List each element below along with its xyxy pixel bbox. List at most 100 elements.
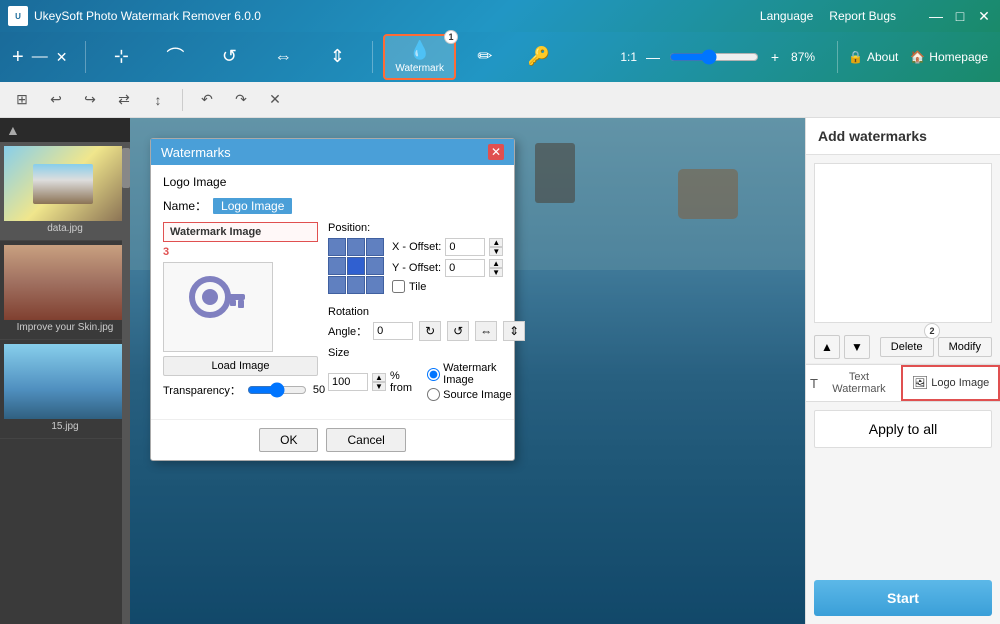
- report-bugs-btn[interactable]: Report Bugs: [829, 9, 896, 23]
- rotate-right-btn[interactable]: ↪: [76, 87, 104, 113]
- flip-v-tool-btn[interactable]: ⇕: [312, 42, 362, 73]
- pos-tc[interactable]: [347, 238, 365, 256]
- minimize-panel-btn[interactable]: —: [32, 48, 48, 66]
- zoom-slider[interactable]: [669, 49, 759, 65]
- cancel-btn[interactable]: ✕: [261, 87, 289, 113]
- pos-tl[interactable]: [328, 238, 346, 256]
- language-btn[interactable]: Language: [760, 9, 813, 23]
- delete-btn[interactable]: Delete: [880, 337, 934, 357]
- rotate-ccw-btn[interactable]: ↺: [447, 321, 469, 341]
- move-down-btn[interactable]: ▼: [844, 335, 870, 359]
- wm-image-radio-label[interactable]: Watermark Image: [427, 362, 525, 386]
- homepage-btn[interactable]: 🏠 Homepage: [910, 50, 988, 64]
- size-label: Size: [328, 347, 525, 359]
- x-offset-input[interactable]: [445, 238, 485, 256]
- brush-tool-btn[interactable]: ✏: [460, 42, 510, 73]
- position-controls: X - Offset: ▲ ▼ Y -: [328, 238, 525, 300]
- pos-mr[interactable]: [366, 257, 384, 275]
- tile-checkbox[interactable]: [392, 280, 405, 293]
- flip-btn[interactable]: ⇄: [110, 87, 138, 113]
- app-title: UkeySoft Photo Watermark Remover 6.0.0: [34, 9, 760, 23]
- name-value: Logo Image: [213, 198, 292, 214]
- logo-image-tab[interactable]: 🖼 Logo Image: [901, 365, 1000, 401]
- from-label: % from: [390, 370, 423, 394]
- about-btn[interactable]: 🔒 About: [848, 50, 898, 64]
- modify-btn[interactable]: Modify: [938, 337, 992, 357]
- flip-h-btn[interactable]: ⇔: [475, 321, 497, 341]
- x-offset-up[interactable]: ▲: [489, 238, 503, 247]
- dialog-name-row: Name： Logo Image: [163, 197, 502, 214]
- watermark-label: Watermark: [395, 63, 444, 74]
- file-thumb-1: [4, 146, 122, 221]
- transparency-row: Transparency： 50: [163, 382, 318, 398]
- rotate-left-btn[interactable]: ↩: [42, 87, 70, 113]
- maximize-window-btn[interactable]: □: [952, 8, 968, 24]
- dialog-close-btn[interactable]: ✕: [488, 144, 504, 160]
- y-offset-label: Y - Offset:: [392, 262, 441, 274]
- scroll-up-btn[interactable]: ▲: [6, 122, 20, 138]
- dialog-cancel-btn[interactable]: Cancel: [326, 428, 405, 452]
- flip-h-tool-btn[interactable]: ⇔: [258, 42, 308, 73]
- step1-badge: 1: [444, 30, 458, 44]
- app-logo: U: [8, 6, 28, 26]
- wm-image-radio[interactable]: [427, 368, 440, 381]
- zoom-in-btn[interactable]: +: [765, 47, 785, 67]
- scrollbar-thumb: [122, 148, 130, 188]
- x-offset-down[interactable]: ▼: [489, 247, 503, 256]
- move-up-btn[interactable]: ▲: [814, 335, 840, 359]
- toolbar-separator-2: [372, 41, 373, 73]
- y-offset-down[interactable]: ▼: [489, 268, 503, 277]
- key-tool-btn[interactable]: 🔑: [514, 42, 564, 73]
- transparency-slider[interactable]: [247, 382, 307, 398]
- pos-bc[interactable]: [347, 276, 365, 294]
- name-label: Name：: [163, 197, 207, 214]
- x-offset-label: X - Offset:: [392, 241, 441, 253]
- watermark-tool-btn[interactable]: 1 💧 Watermark: [383, 34, 456, 80]
- grid-btn[interactable]: ⊞: [8, 87, 36, 113]
- position-label: Position:: [328, 222, 525, 234]
- y-offset-up[interactable]: ▲: [489, 259, 503, 268]
- wm-right-section: Position:: [328, 222, 525, 409]
- file-panel-scrollbar[interactable]: [122, 148, 130, 624]
- undo-btn[interactable]: ↶: [193, 87, 221, 113]
- apply-to-all-btn[interactable]: Apply to all: [814, 410, 992, 448]
- source-image-radio-label[interactable]: Source Image: [427, 388, 525, 401]
- rotation-label: Rotation: [328, 306, 525, 318]
- zoom-out-btn[interactable]: —: [643, 47, 663, 67]
- flip-v-icon: ⇕: [330, 46, 345, 67]
- pos-tr[interactable]: [366, 238, 384, 256]
- size-down[interactable]: ▼: [372, 382, 386, 391]
- pos-br[interactable]: [366, 276, 384, 294]
- dialog-footer: OK Cancel: [151, 419, 514, 460]
- erase-tool-btn[interactable]: ⌒: [150, 39, 200, 75]
- transparency-value: 50: [313, 384, 325, 396]
- file-item-1[interactable]: data.jpg: [0, 142, 130, 241]
- angle-input[interactable]: [373, 322, 413, 340]
- close-window-btn[interactable]: ✕: [976, 8, 992, 24]
- file-item-3[interactable]: 15.jpg: [0, 340, 130, 439]
- dialog-ok-btn[interactable]: OK: [259, 428, 318, 452]
- add-file-btn[interactable]: +: [12, 46, 24, 69]
- pos-mc[interactable]: [347, 257, 365, 275]
- y-offset-input[interactable]: [445, 259, 485, 277]
- size-up[interactable]: ▲: [372, 373, 386, 382]
- redo-btn[interactable]: ↷: [227, 87, 255, 113]
- clone-tool-btn[interactable]: ↺: [204, 42, 254, 73]
- crop-tool-btn[interactable]: ⊹: [96, 42, 146, 73]
- mirror-btn[interactable]: ↕: [144, 87, 172, 113]
- size-input[interactable]: [328, 373, 368, 391]
- pos-bl[interactable]: [328, 276, 346, 294]
- text-watermark-tab[interactable]: T Text Watermark: [806, 365, 901, 401]
- logo-wm-icon: 🖼: [912, 375, 929, 391]
- close-panel-btn[interactable]: ✕: [56, 49, 68, 66]
- minimize-window-btn[interactable]: —: [928, 8, 944, 24]
- pos-ml[interactable]: [328, 257, 346, 275]
- rotate-cw-btn[interactable]: ↻: [419, 321, 441, 341]
- right-panel-title: Add watermarks: [818, 128, 927, 144]
- flip-v-btn[interactable]: ⇕: [503, 321, 525, 341]
- source-image-radio[interactable]: [427, 388, 440, 401]
- start-btn[interactable]: Start: [814, 580, 992, 616]
- zoom-percent-label: 87%: [791, 50, 827, 64]
- file-item-2[interactable]: Improve your Skin.jpg: [0, 241, 130, 340]
- load-image-btn[interactable]: Load Image: [163, 356, 318, 376]
